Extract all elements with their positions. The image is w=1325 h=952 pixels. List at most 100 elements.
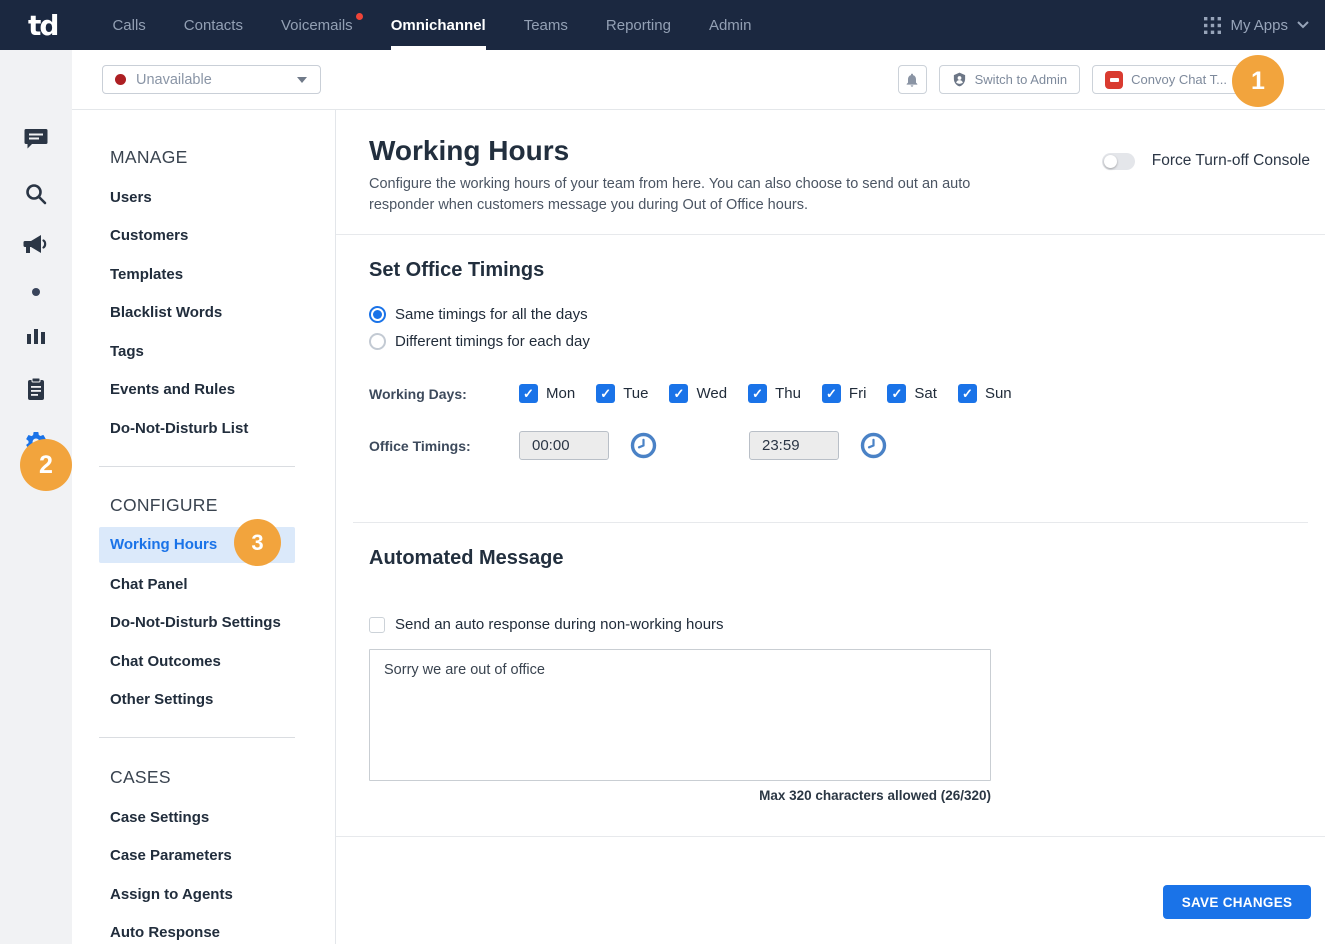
working-hours-page: Working Hours Configure the working hour… [336, 110, 1325, 944]
bar-chart-icon[interactable] [25, 326, 47, 346]
start-time-clock-icon[interactable] [630, 432, 657, 459]
convoy-chat-app-button[interactable]: Convoy Chat T... [1092, 65, 1240, 94]
status-value: Unavailable [136, 72, 212, 88]
character-limit-note: Max 320 characters allowed (26/320) [369, 788, 991, 803]
working-day-sat[interactable]: ✓ Sat [887, 384, 937, 403]
nav-item-admin[interactable]: Admin [690, 0, 771, 50]
bell-icon [904, 72, 920, 88]
shield-admin-icon [952, 72, 967, 87]
sidebar-divider [99, 737, 295, 738]
search-icon[interactable] [24, 182, 48, 206]
auto-response-message-textarea[interactable]: Sorry we are out of office [369, 649, 991, 781]
checkbox-checked-icon: ✓ [887, 384, 906, 403]
sidebar-item-assign-to-agents[interactable]: Assign to Agents [72, 875, 335, 914]
left-icon-rail [0, 50, 72, 944]
agent-status-dropdown[interactable]: Unavailable [102, 65, 321, 94]
force-turn-off-console-toggle[interactable] [1102, 153, 1135, 170]
force-turn-off-console-label: Force Turn-off Console [1152, 152, 1310, 170]
sidebar-item-customers[interactable]: Customers [72, 217, 335, 256]
office-timings-label: Office Timings: [369, 438, 519, 454]
notifications-button[interactable] [898, 65, 927, 94]
checkbox-checked-icon: ✓ [669, 384, 688, 403]
sidebar-item-users[interactable]: Users [72, 178, 335, 217]
end-time-input[interactable] [749, 431, 839, 460]
sidebar-item-chat-outcomes[interactable]: Chat Outcomes [72, 642, 335, 681]
radio-unselected-icon [369, 333, 386, 350]
annotation-badge-2: 2 [20, 439, 72, 491]
working-day-mon[interactable]: ✓ Mon [519, 384, 575, 403]
sidebar-item-case-parameters[interactable]: Case Parameters [72, 837, 335, 876]
nav-item-reporting[interactable]: Reporting [587, 0, 690, 50]
sidebar-item-do-not-disturb-list[interactable]: Do-Not-Disturb List [72, 409, 335, 448]
sidebar-section-cases: CASES [72, 756, 335, 798]
sidebar-item-blacklist-words[interactable]: Blacklist Words [72, 294, 335, 333]
end-time-clock-icon[interactable] [860, 432, 887, 459]
top-navbar: td Calls Contacts Voicemails Omnichannel… [0, 0, 1325, 50]
office-timings-heading: Set Office Timings [369, 259, 1325, 282]
section-divider [336, 234, 1325, 235]
working-day-sun[interactable]: ✓ Sun [958, 384, 1012, 403]
checkbox-checked-icon: ✓ [748, 384, 767, 403]
checkbox-checked-icon: ✓ [958, 384, 977, 403]
sidebar-item-chat-panel[interactable]: Chat Panel [72, 565, 335, 604]
page-description: Configure the working hours of your team… [369, 174, 974, 216]
checkbox-unchecked-icon [369, 617, 385, 633]
my-apps-button[interactable]: My Apps [1204, 17, 1309, 34]
working-days-label: Working Days: [369, 386, 519, 402]
chat-icon[interactable] [24, 128, 48, 150]
sidebar-item-do-not-disturb-settings[interactable]: Do-Not-Disturb Settings [72, 604, 335, 643]
voicemails-notification-dot [356, 13, 363, 20]
apps-grid-icon [1204, 17, 1221, 34]
clipboard-icon[interactable] [26, 377, 46, 401]
nav-item-omnichannel[interactable]: Omnichannel [372, 0, 505, 50]
working-day-wed[interactable]: ✓ Wed [669, 384, 727, 403]
convoy-chat-app-icon [1105, 71, 1123, 89]
top-nav-menu: Calls Contacts Voicemails Omnichannel Te… [93, 0, 770, 50]
radio-selected-icon [369, 306, 386, 323]
sidebar-item-tags[interactable]: Tags [72, 332, 335, 371]
status-unavailable-dot [115, 74, 126, 85]
working-day-thu[interactable]: ✓ Thu [748, 384, 801, 403]
nav-item-calls[interactable]: Calls [93, 0, 164, 50]
working-day-tue[interactable]: ✓ Tue [596, 384, 648, 403]
megaphone-icon[interactable] [23, 233, 49, 257]
checkbox-checked-icon: ✓ [822, 384, 841, 403]
section-divider [336, 836, 1325, 837]
switch-to-admin-label: Switch to Admin [975, 72, 1068, 87]
automated-message-section: Automated Message Send an auto response … [336, 547, 1325, 803]
annotation-badge-3: 3 [234, 519, 281, 566]
status-bar-actions: Switch to Admin Convoy Chat T... [898, 65, 1240, 94]
automated-message-heading: Automated Message [369, 547, 1325, 570]
sidebar-item-auto-response[interactable]: Auto Response [72, 914, 335, 952]
section-divider [353, 522, 1308, 523]
dot-icon[interactable] [32, 288, 40, 296]
sidebar-section-manage: MANAGE [72, 136, 335, 178]
start-time-input[interactable] [519, 431, 609, 460]
sidebar-item-case-settings[interactable]: Case Settings [72, 798, 335, 837]
set-office-timings-section: Set Office Timings Same timings for all … [336, 259, 1325, 460]
my-apps-label: My Apps [1230, 17, 1288, 34]
working-day-fri[interactable]: ✓ Fri [822, 384, 867, 403]
convoy-chat-label: Convoy Chat T... [1131, 72, 1227, 87]
radio-same-timings[interactable]: Same timings for all the days [369, 306, 1325, 323]
dropdown-caret-icon [297, 77, 307, 83]
talkdesk-logo[interactable]: td [28, 9, 57, 42]
save-changes-button[interactable]: SAVE CHANGES [1163, 885, 1311, 919]
checkbox-checked-icon: ✓ [596, 384, 615, 403]
nav-item-contacts[interactable]: Contacts [165, 0, 262, 50]
sidebar-item-events-and-rules[interactable]: Events and Rules [72, 371, 335, 410]
checkbox-checked-icon: ✓ [519, 384, 538, 403]
nav-item-teams[interactable]: Teams [505, 0, 587, 50]
switch-to-admin-button[interactable]: Switch to Admin [939, 65, 1081, 94]
nav-item-voicemails[interactable]: Voicemails [262, 0, 372, 50]
sidebar-item-other-settings[interactable]: Other Settings [72, 681, 335, 720]
annotation-badge-1: 1 [1232, 55, 1284, 107]
sidebar-divider [99, 466, 295, 467]
status-bar: Unavailable Switch to Admin Convoy Chat … [72, 50, 1325, 110]
toggle-knob [1104, 155, 1117, 168]
settings-sidebar: MANAGE Users Customers Templates Blackli… [72, 110, 336, 944]
sidebar-section-configure: CONFIGURE [72, 485, 335, 527]
sidebar-item-templates[interactable]: Templates [72, 255, 335, 294]
radio-different-timings[interactable]: Different timings for each day [369, 333, 1325, 350]
auto-response-checkbox-row[interactable]: Send an auto response during non-working… [369, 616, 1325, 633]
